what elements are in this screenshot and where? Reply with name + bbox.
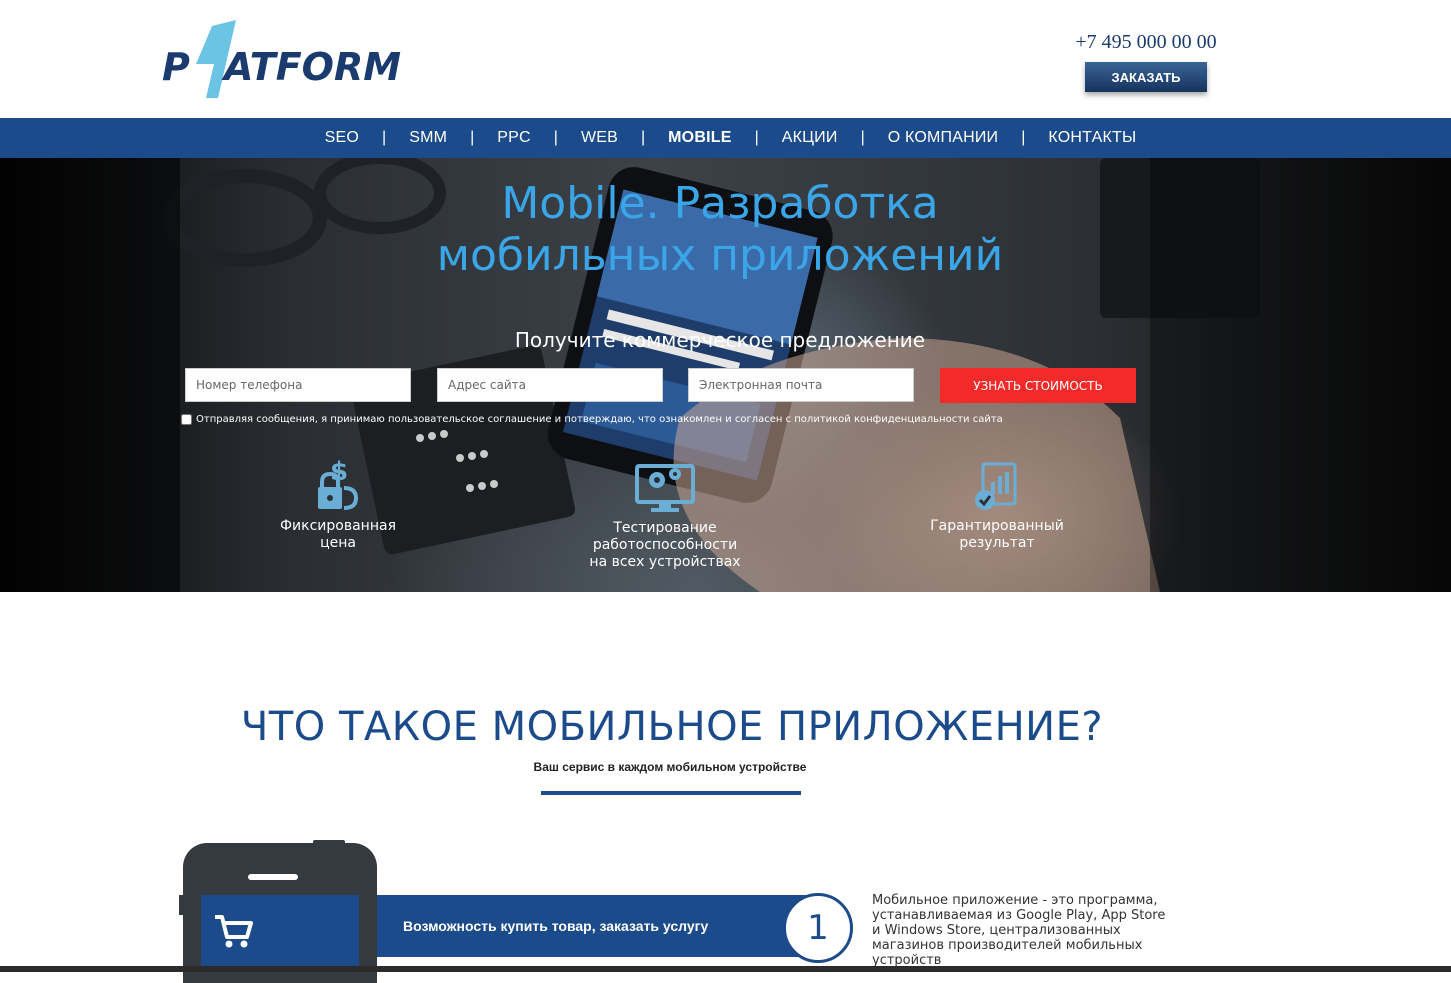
nav-separator: | xyxy=(860,129,865,146)
bottom-scrollbar[interactable] xyxy=(0,966,1451,972)
site-field[interactable] xyxy=(437,368,663,402)
nav-separator: | xyxy=(470,129,475,146)
nav-separator: | xyxy=(641,129,646,146)
phone-illustration-side-button xyxy=(179,895,183,915)
main-nav: SEO | SMM | PPC | WEB | MOBILE | АКЦИИ |… xyxy=(0,118,1451,158)
feature-guaranteed-result-line2: результат xyxy=(959,535,1035,551)
feature-testing-line1: Тестирование xyxy=(613,520,717,536)
price-lock-icon: $ xyxy=(318,458,359,510)
section-description: Мобильное приложение - это программа, ус… xyxy=(872,893,1166,967)
section-title: ЧТО ТАКОЕ МОБИЛЬНОЕ ПРИЛОЖЕНИЕ? xyxy=(240,704,1104,750)
email-field[interactable] xyxy=(688,368,914,402)
feature-fixed-price-line2: цена xyxy=(320,535,356,551)
nav-separator: | xyxy=(553,129,558,146)
platform-logo[interactable]: P ATFORM xyxy=(162,20,402,100)
phone-illustration-screen xyxy=(201,895,359,972)
nav-item-about[interactable]: О КОМПАНИИ xyxy=(886,129,1001,147)
header-phone[interactable]: +7 495 000 00 00 xyxy=(1046,31,1246,54)
feature-fixed-price-line1: Фиксированная xyxy=(280,518,396,534)
phone-field[interactable] xyxy=(185,368,411,402)
feature-testing-line2: работоспособности xyxy=(592,537,738,553)
feature-testing-line3: на всех устройствах xyxy=(589,554,741,570)
nav-item-ppc[interactable]: PPC xyxy=(495,129,533,147)
section-subtitle: Ваш сервис в каждом мобильном устройстве xyxy=(533,760,807,774)
nav-separator: | xyxy=(1021,129,1026,146)
feature-bar: Возможность купить товар, заказать услуг… xyxy=(377,895,817,957)
svg-text:ATFORM: ATFORM xyxy=(221,45,401,89)
nav-item-smm[interactable]: SMM xyxy=(407,129,449,147)
hero-banner: Mobile. Разработка мобильных приложений … xyxy=(0,158,1451,592)
feature-guaranteed-result-line1: Гарантированный xyxy=(930,518,1064,534)
consent-checkbox[interactable] xyxy=(181,413,192,425)
monitor-gear-icon xyxy=(635,464,695,512)
hero-title: Mobile. Разработка мобильных приложений xyxy=(380,178,1060,282)
nav-item-seo[interactable]: SEO xyxy=(323,129,361,147)
hero-title-line2: мобильных приложений xyxy=(436,230,1004,281)
consent-text: Отправляя сообщения, я принимаю пользова… xyxy=(196,413,1003,425)
nav-item-web[interactable]: WEB xyxy=(579,129,620,147)
nav-separator: | xyxy=(382,129,387,146)
report-check-icon xyxy=(975,462,1017,510)
hero-subtitle: Получите коммерческое предложение xyxy=(514,328,926,352)
phone-illustration-button xyxy=(313,840,345,846)
nav-item-contacts[interactable]: КОНТАКТЫ xyxy=(1046,129,1138,147)
site-header: P ATFORM +7 495 000 00 00 ЗАКАЗАТЬ xyxy=(0,0,1451,118)
feature-fixed-price: $ Фиксированная цена xyxy=(268,458,408,552)
nav-separator: | xyxy=(754,129,759,146)
order-button[interactable]: ЗАКАЗАТЬ xyxy=(1085,62,1207,92)
phone-illustration-speaker xyxy=(248,874,298,880)
hero-title-line1: Mobile. Разработка xyxy=(501,178,939,229)
feature-number-badge: 1 xyxy=(783,893,853,963)
cart-icon xyxy=(215,915,253,948)
svg-text:P: P xyxy=(162,45,190,89)
get-price-button[interactable]: УЗНАТЬ СТОИМОСТЬ xyxy=(940,368,1136,403)
feature-guaranteed-result: Гарантированный результат xyxy=(927,462,1067,552)
nav-item-promo[interactable]: АКЦИИ xyxy=(780,129,840,147)
consent-row: Отправляя сообщения, я принимаю пользова… xyxy=(181,411,1003,427)
section-divider xyxy=(541,791,801,795)
nav-item-mobile[interactable]: MOBILE xyxy=(666,129,733,147)
feature-testing: Тестирование работоспособности на всех у… xyxy=(585,458,745,571)
